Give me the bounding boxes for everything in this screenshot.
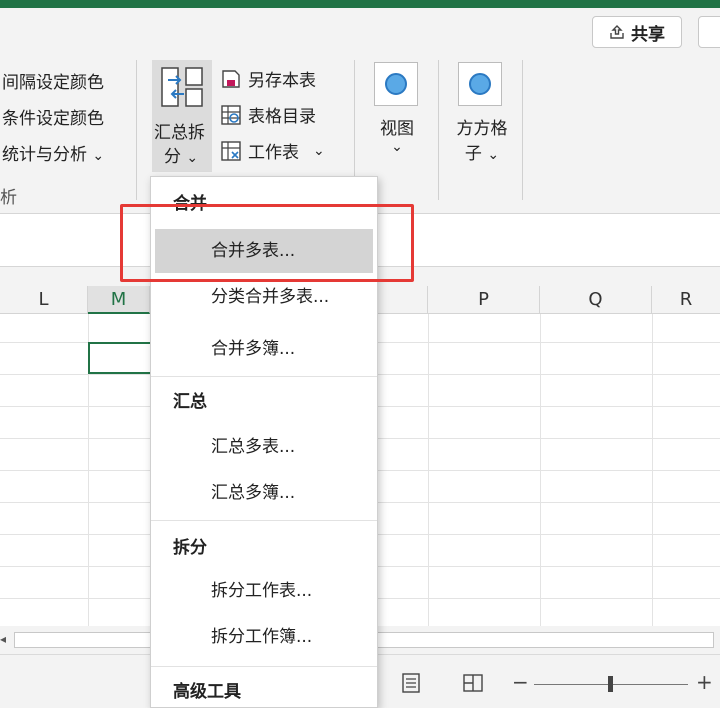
merge-split-label-2: 分 bbox=[164, 147, 181, 167]
table-catalog-label: 表格目录 bbox=[248, 107, 316, 127]
selected-cell[interactable] bbox=[88, 342, 152, 374]
merge-split-icon bbox=[161, 67, 203, 107]
view-button[interactable]: 视图 ⌄ bbox=[372, 62, 422, 155]
comments-button[interactable] bbox=[698, 16, 720, 48]
view-label: 视图 bbox=[380, 119, 414, 139]
view-icon bbox=[385, 73, 407, 95]
worksheet-label: 工作表 bbox=[248, 143, 299, 163]
page-layout-view-icon[interactable] bbox=[400, 672, 422, 694]
section-title-advanced-tools: 高级工具 bbox=[173, 682, 241, 702]
condition-color-item[interactable]: 条件设定颜色 bbox=[2, 104, 104, 129]
ffgz-icon-box bbox=[458, 62, 502, 106]
menu-item-split-workbook[interactable]: 拆分工作簿... bbox=[155, 615, 373, 659]
menu-item-summarize-sheets[interactable]: 汇总多表... bbox=[155, 425, 373, 469]
ffgz-label-2: 子 bbox=[464, 144, 482, 164]
column-header-q[interactable]: Q bbox=[540, 286, 652, 314]
column-header-r[interactable]: R bbox=[652, 286, 720, 314]
menu-separator bbox=[151, 520, 377, 521]
chevron-down-icon: ⌄ bbox=[92, 148, 105, 164]
chevron-down-icon: ⌄ bbox=[487, 147, 500, 163]
ribbon-separator bbox=[438, 60, 439, 200]
menu-item-merge-workbooks[interactable]: 合并多簿... bbox=[155, 327, 373, 371]
scroll-left-arrow-icon[interactable]: ◂ bbox=[0, 632, 6, 646]
table-catalog-icon bbox=[221, 104, 241, 125]
merge-split-label-2-wrap: 分 ⌄ bbox=[164, 142, 198, 167]
share-label: 共享 bbox=[631, 24, 665, 45]
chevron-down-icon: ⌄ bbox=[186, 150, 199, 166]
menu-item-split-worksheet[interactable]: 拆分工作表... bbox=[155, 569, 373, 613]
table-catalog-item[interactable]: 表格目录 bbox=[220, 102, 316, 127]
merge-split-label-1: 汇总拆 bbox=[154, 123, 205, 143]
chevron-down-icon: ⌄ bbox=[391, 139, 403, 155]
save-as-label: 另存本表 bbox=[248, 71, 316, 91]
view-icon-box bbox=[374, 62, 418, 106]
page-break-view-icon[interactable] bbox=[462, 672, 484, 694]
share-icon bbox=[610, 25, 624, 39]
zoom-slider-thumb[interactable] bbox=[608, 676, 613, 692]
ffgz-label-1: 方方格 bbox=[456, 119, 508, 139]
grid-col-line bbox=[540, 314, 541, 626]
highlight-annotation-box bbox=[120, 204, 414, 282]
section-title-summary: 汇总 bbox=[173, 392, 207, 412]
chevron-down-icon: ⌄ bbox=[313, 142, 325, 159]
ribbon-separator bbox=[136, 60, 137, 200]
interval-color-item[interactable]: 间隔设定颜色 bbox=[2, 68, 104, 93]
stats-analysis-label: 统计与分析 bbox=[2, 145, 87, 165]
column-header-m[interactable]: M bbox=[88, 286, 150, 314]
column-header-l[interactable]: L bbox=[0, 286, 88, 314]
grid-col-line bbox=[428, 314, 429, 626]
ribbon-separator bbox=[522, 60, 523, 200]
save-as-icon bbox=[222, 69, 240, 88]
worksheet-icon bbox=[221, 140, 241, 161]
group-label-fragment: 析 bbox=[0, 188, 17, 208]
menu-separator bbox=[151, 666, 377, 667]
menu-separator bbox=[151, 376, 377, 377]
section-title-split: 拆分 bbox=[173, 538, 207, 558]
share-button[interactable]: 共享 bbox=[592, 16, 682, 48]
menu-item-summarize-workbooks[interactable]: 汇总多簿... bbox=[155, 471, 373, 515]
merge-split-button[interactable]: 汇总拆 分 ⌄ bbox=[152, 60, 212, 172]
ffgz-label-2-wrap: 子 ⌄ bbox=[452, 139, 512, 164]
zoom-in-button[interactable]: + bbox=[696, 670, 713, 694]
title-bar-strip bbox=[0, 0, 720, 8]
column-header-p[interactable]: P bbox=[428, 286, 540, 314]
ffgz-button[interactable]: 方方格 子 ⌄ bbox=[452, 62, 512, 164]
zoom-out-button[interactable]: − bbox=[512, 670, 529, 694]
save-as-item[interactable]: 另存本表 bbox=[220, 66, 316, 91]
grid-col-line bbox=[652, 314, 653, 626]
ffgz-icon bbox=[469, 73, 491, 95]
worksheet-item[interactable]: 工作表 ⌄ bbox=[220, 138, 325, 163]
stats-analysis-item[interactable]: 统计与分析 ⌄ bbox=[2, 140, 104, 165]
